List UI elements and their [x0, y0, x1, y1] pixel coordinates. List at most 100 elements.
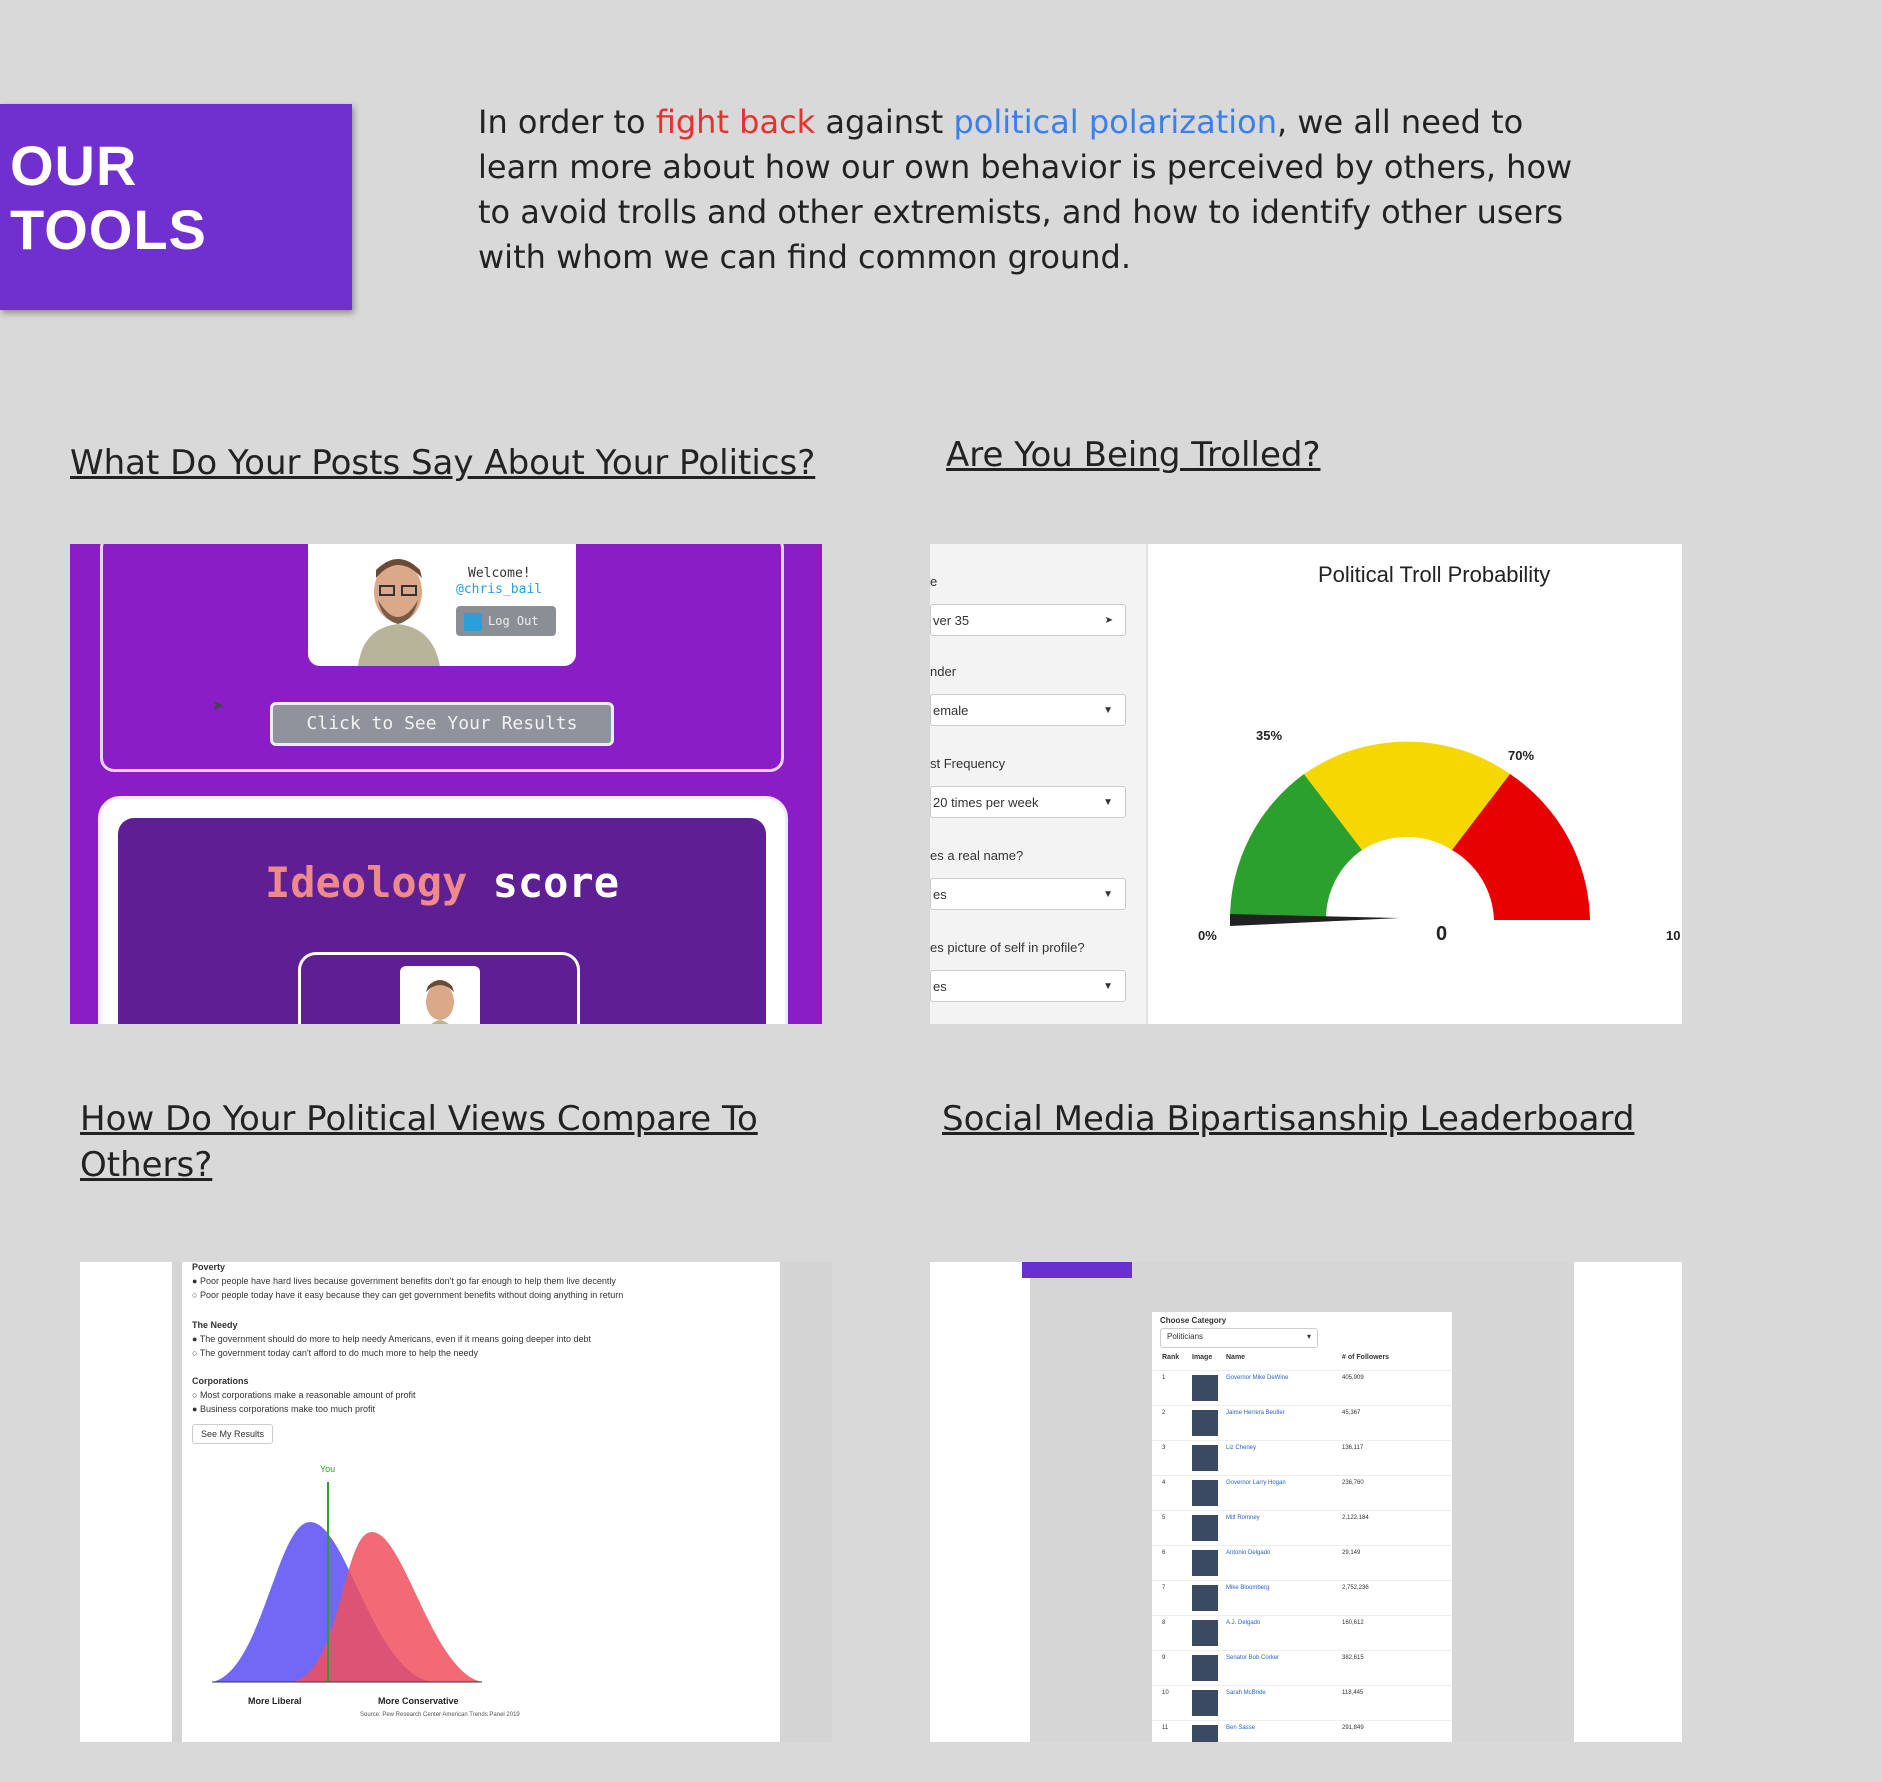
answer-corporations-b-text: Business corporations make too much prof…	[199, 1404, 376, 1414]
profile-photo-avatar	[348, 548, 448, 666]
answer-needy-a[interactable]: ● The government should do more to help …	[192, 1334, 591, 1344]
name-cell[interactable]: Sarah McBride	[1226, 1690, 1266, 1696]
followers-cell: 29,149	[1342, 1550, 1361, 1556]
age-select-value: ver 35	[933, 613, 970, 628]
posts-tool-screenshot[interactable]: Welcome! @chris_bail Log Out ➤ Click to …	[70, 544, 822, 1024]
tool-link-being-trolled[interactable]: Are You Being Trolled?	[946, 432, 1321, 478]
rank-cell: 4	[1162, 1480, 1166, 1486]
real-name-select[interactable]: es ▼	[930, 878, 1126, 910]
answer-poverty-b[interactable]: ○ Poor people today have it easy because…	[192, 1290, 623, 1300]
answer-corporations-a[interactable]: ○ Most corporations make a reasonable am…	[192, 1390, 416, 1400]
followers-cell: 382,615	[1342, 1655, 1364, 1661]
followers-cell: 136,117	[1342, 1445, 1364, 1451]
mini-profile-avatar	[400, 966, 480, 1024]
intro-highlight-fight-back: fight back	[655, 103, 816, 141]
banner-title-line2: TOOLS	[10, 198, 207, 261]
you-label: You	[320, 1464, 335, 1474]
name-cell[interactable]: Jaime Herrera Beutler	[1226, 1410, 1285, 1416]
answer-poverty-a-text: Poor people have hard lives because gove…	[199, 1276, 616, 1286]
answer-corporations-a-text: Most corporations make a reasonable amou…	[199, 1390, 416, 1400]
gauge-value: 0	[1436, 923, 1447, 945]
table-row[interactable]: 7 Mike Bloomberg 2,752,236	[1152, 1580, 1452, 1616]
rank-cell: 10	[1162, 1690, 1169, 1696]
name-cell[interactable]: Mitt Romney	[1226, 1515, 1260, 1521]
survey-panel: Poverty ● Poor people have hard lives be…	[182, 1262, 780, 1722]
intro-text-2: against	[815, 103, 954, 141]
leaderboard-tool-screenshot[interactable]: Choose Category Politicians ▾ Rank Image N…	[930, 1262, 1682, 1742]
avatar	[1192, 1655, 1218, 1681]
age-select[interactable]: ver 35 ➤	[930, 604, 1126, 636]
tool-link-leaderboard[interactable]: Social Media Bipartisanship Leaderboard	[942, 1096, 1634, 1142]
table-row[interactable]: 1 Governor Mike DeWine 405,909	[1152, 1370, 1452, 1406]
twitter-bird-icon	[464, 612, 482, 631]
table-row[interactable]: 2 Jaime Herrera Beutler 45,367	[1152, 1405, 1452, 1441]
followers-cell: 160,612	[1342, 1620, 1364, 1626]
answer-poverty-a[interactable]: ● Poor people have hard lives because go…	[192, 1276, 616, 1286]
category-select[interactable]: Politicians ▾	[1160, 1328, 1318, 1348]
left-gutter	[172, 1262, 182, 1742]
table-row[interactable]: 11 Ben Sasse 291,849	[1152, 1720, 1452, 1742]
see-my-results-button[interactable]: See My Results	[192, 1424, 274, 1444]
troll-tool-screenshot[interactable]: e ver 35 ➤ nder emale ▼ st Frequency 20 ti…	[930, 544, 1682, 1024]
profile-card: Welcome! @chris_bail Log Out	[308, 544, 576, 666]
name-cell[interactable]: Governor Larry Hogan	[1226, 1480, 1286, 1486]
rank-cell: 5	[1162, 1515, 1166, 1521]
see-results-button[interactable]: Click to See Your Results	[270, 702, 614, 746]
gender-select[interactable]: emale ▼	[930, 694, 1126, 726]
real-name-select-value: es	[933, 887, 947, 902]
score-word: score	[492, 858, 620, 907]
chevron-down-icon: ▼	[1103, 797, 1113, 808]
ideology-score-heading: Ideology score	[118, 858, 766, 907]
name-cell[interactable]: Mike Bloomberg	[1226, 1585, 1269, 1591]
answer-corporations-b[interactable]: ● Business corporations make too much pr…	[192, 1404, 375, 1414]
table-row[interactable]: 5 Mitt Romney 2,122,184	[1152, 1510, 1452, 1546]
name-cell[interactable]: Ben Sasse	[1226, 1725, 1255, 1731]
field-label-profile-picture: es picture of self in profile?	[930, 940, 1085, 955]
profile-picture-select[interactable]: es ▼	[930, 970, 1126, 1002]
logout-button[interactable]: Log Out	[456, 606, 556, 636]
category-label: Choose Category	[1160, 1316, 1227, 1325]
rank-cell: 8	[1162, 1620, 1166, 1626]
frequency-select[interactable]: 20 times per week ▼	[930, 786, 1126, 818]
answer-needy-b[interactable]: ○ The government today can't afford to d…	[192, 1348, 478, 1358]
chevron-down-icon: ▼	[1103, 705, 1113, 716]
table-row[interactable]: 10 Sarah McBride 118,445	[1152, 1685, 1452, 1721]
question-needy: The Needy	[192, 1320, 238, 1330]
rank-cell: 6	[1162, 1550, 1166, 1556]
tool-link-posts-politics[interactable]: What Do Your Posts Say About Your Politi…	[70, 440, 815, 486]
leaderboard-header-cell: # of Followers	[1342, 1354, 1390, 1361]
gauge-label-35: 35%	[1256, 728, 1282, 743]
avatar	[1192, 1690, 1218, 1716]
name-cell[interactable]: Antonio Delgado	[1226, 1550, 1270, 1556]
gauge-label-0: 0%	[1198, 928, 1217, 943]
avatar	[1192, 1445, 1218, 1471]
tool-link-compare-views[interactable]: How Do Your Political Views Compare To O…	[80, 1096, 780, 1188]
leaderboard-panel: Choose Category Politicians ▾ Rank Image N…	[1152, 1312, 1452, 1742]
table-row[interactable]: 4 Governor Larry Hogan 236,760	[1152, 1475, 1452, 1511]
leaderboard-header-cell: Rank	[1162, 1354, 1180, 1361]
rank-cell: 1	[1162, 1375, 1166, 1381]
our-tools-banner: OUR TOOLS	[0, 104, 352, 310]
cursor-icon: ➤	[212, 698, 224, 714]
table-row[interactable]: 9 Senator Bob Corker 382,615	[1152, 1650, 1452, 1686]
leaderboard-header-cell: Name	[1226, 1354, 1246, 1361]
followers-cell: 236,760	[1342, 1480, 1364, 1486]
twitter-handle: @chris_bail	[456, 582, 543, 597]
field-label-frequency: st Frequency	[930, 756, 1006, 771]
table-row[interactable]: 8 A.J. Delgado 160,612	[1152, 1615, 1452, 1651]
table-row[interactable]: 3 Liz Cheney 136,117	[1152, 1440, 1452, 1476]
compare-tool-screenshot[interactable]: Poverty ● Poor people have hard lives be…	[80, 1262, 832, 1742]
table-row[interactable]: 6 Antonio Delgado 29,149	[1152, 1545, 1452, 1581]
category-select-value: Politicians	[1167, 1332, 1204, 1341]
name-cell[interactable]: Liz Cheney	[1226, 1445, 1256, 1451]
ideology-distribution-chart: You More Liberal More Conservative Sourc…	[212, 1464, 520, 1718]
avatar	[1192, 1620, 1218, 1646]
followers-cell: 405,909	[1342, 1375, 1364, 1381]
avatar	[1192, 1480, 1218, 1506]
name-cell[interactable]: Governor Mike DeWine	[1226, 1375, 1288, 1381]
question-poverty: Poverty	[192, 1262, 226, 1272]
name-cell[interactable]: Senator Bob Corker	[1226, 1655, 1279, 1661]
avatar	[1192, 1585, 1218, 1611]
name-cell[interactable]: A.J. Delgado	[1226, 1620, 1260, 1626]
answer-poverty-b-text: Poor people today have it easy because t…	[199, 1290, 624, 1300]
